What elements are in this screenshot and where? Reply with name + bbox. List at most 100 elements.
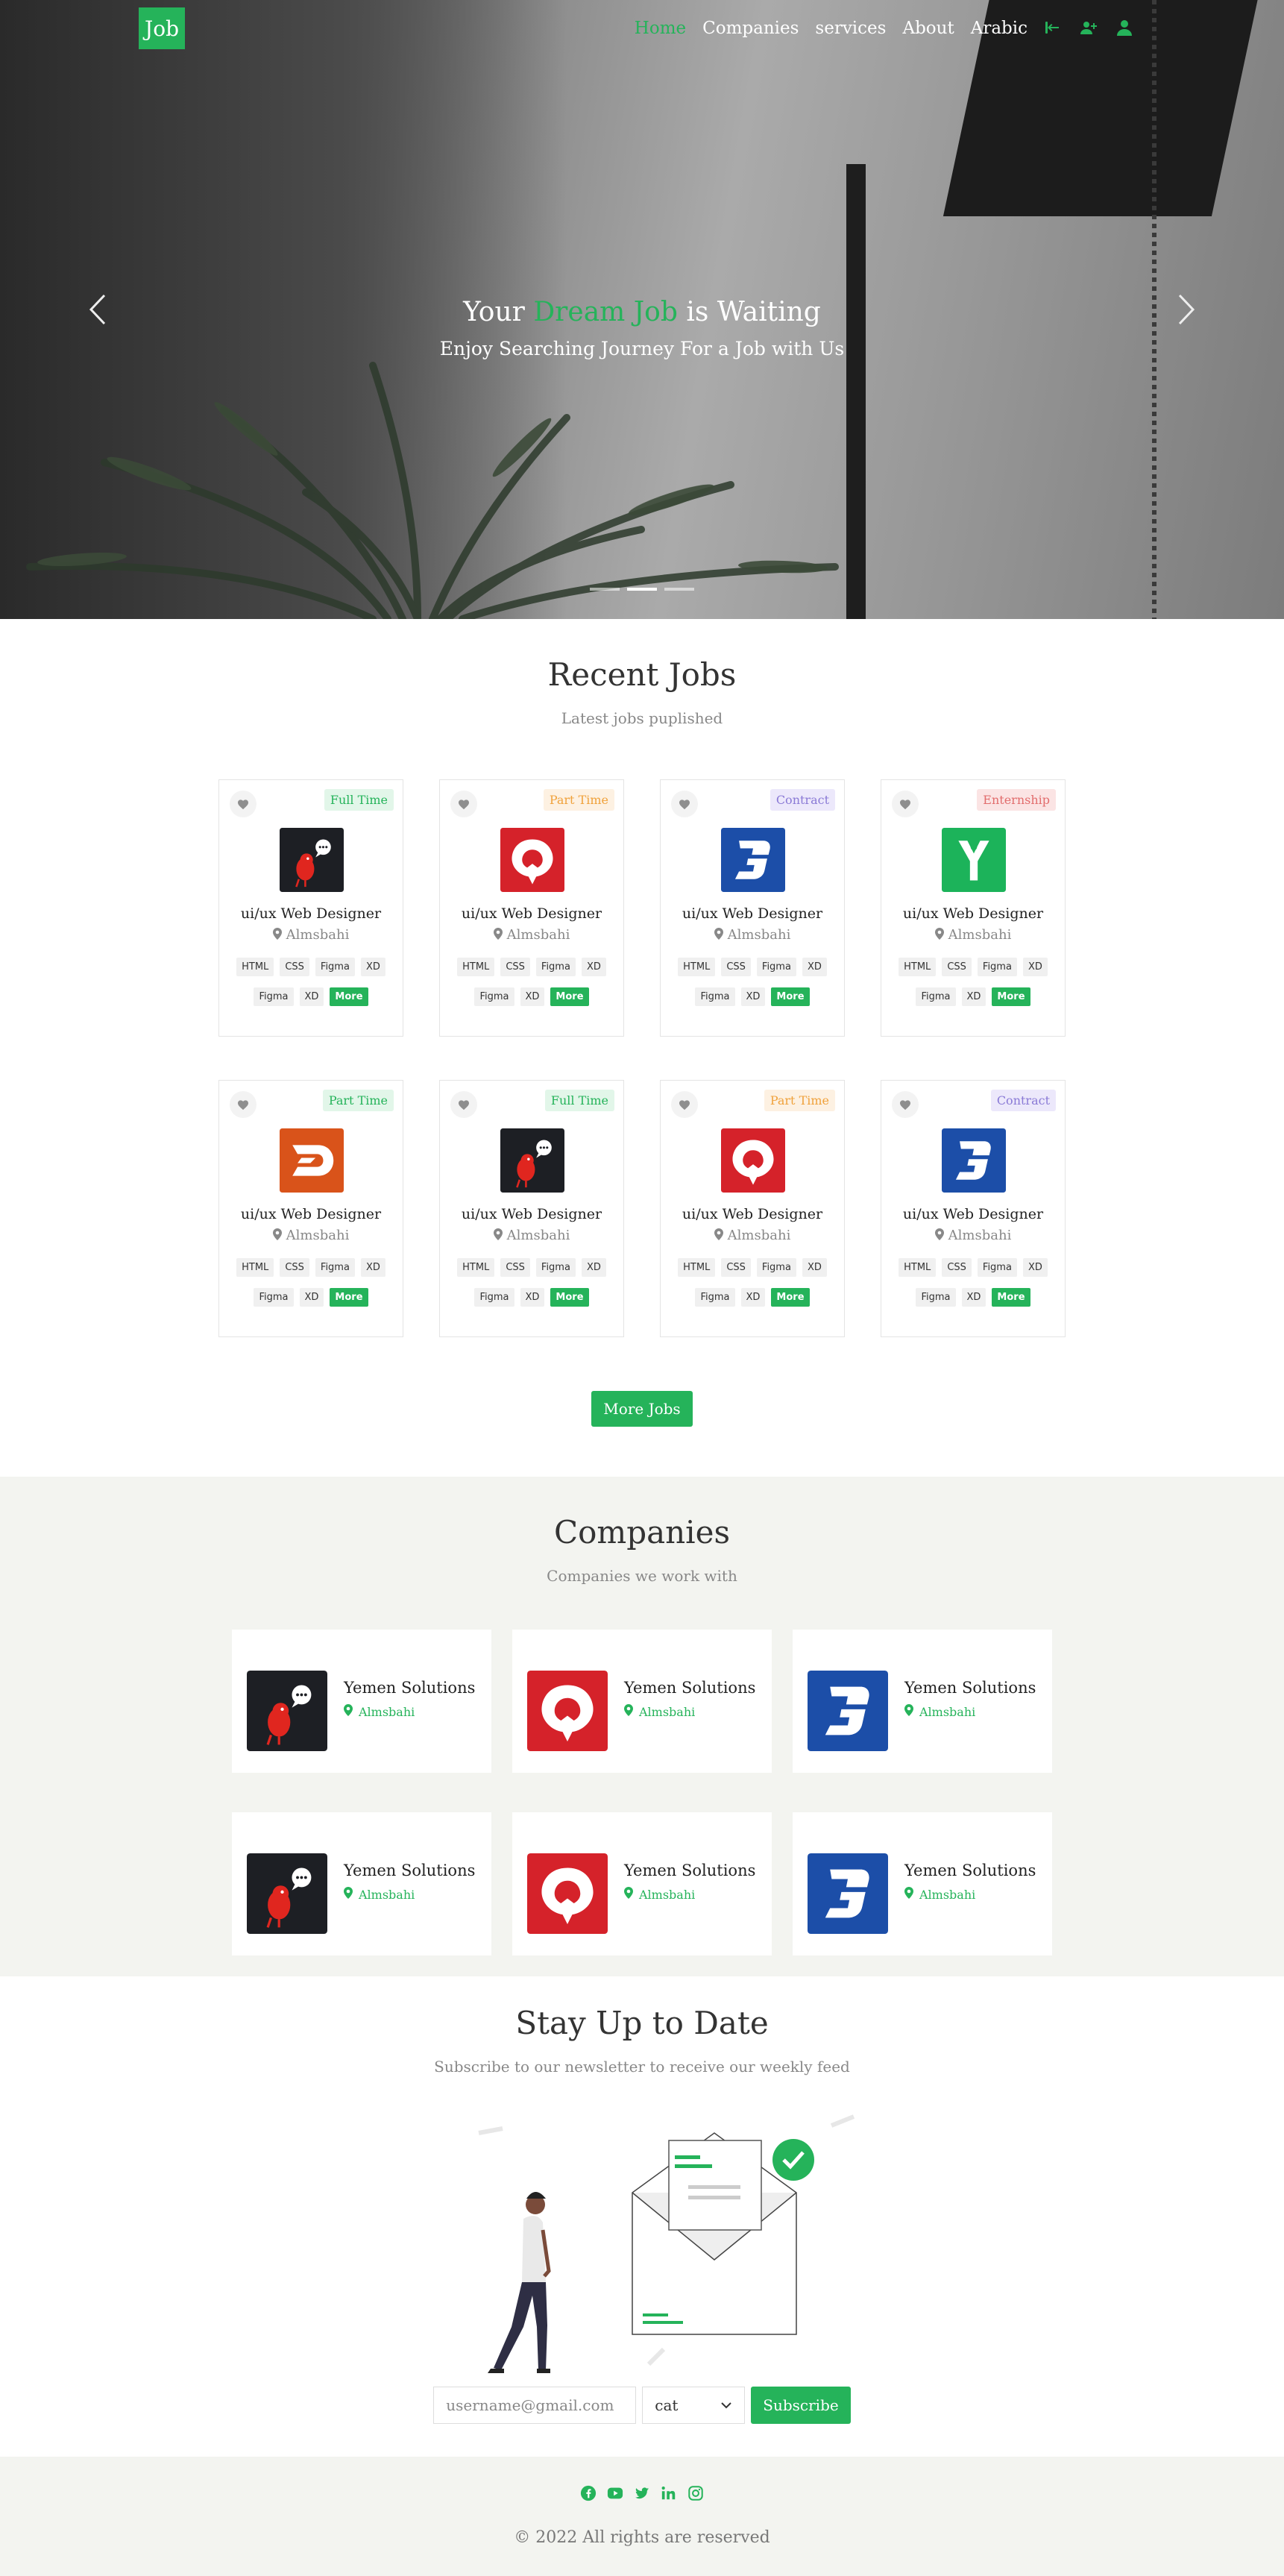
company-logo[interactable] — [500, 1128, 564, 1193]
skill-tags: HTML CSS Figma XD — [661, 1258, 844, 1277]
job-card[interactable]: Part Time ui/ux Web Designer Almsbahi HTML C… — [218, 1080, 403, 1337]
company-name[interactable]: Yemen Solutions — [344, 1679, 475, 1697]
more-tags-button[interactable]: More — [550, 1288, 589, 1307]
job-title[interactable]: ui/ux Web Designer — [881, 905, 1065, 922]
hero-subtitle: Enjoy Searching Journey For a Job with U… — [439, 338, 845, 359]
job-card[interactable]: Contract ui/ux Web Designer Almsbahi HTML CS… — [881, 1080, 1066, 1337]
skill-tag: Figma — [254, 987, 294, 1006]
company-card[interactable]: Yemen Solutions Almsbahi — [512, 1630, 772, 1773]
more-jobs-button[interactable]: More Jobs — [591, 1391, 693, 1427]
company-logo[interactable] — [942, 1128, 1006, 1193]
site-logo[interactable]: Job — [139, 7, 185, 49]
carousel-indicator[interactable] — [664, 588, 694, 591]
linkedin-icon[interactable] — [661, 2485, 677, 2501]
company-card[interactable]: Yemen Solutions Almsbahi — [232, 1812, 491, 1955]
nav-arabic-link[interactable]: Arabic — [971, 19, 1027, 38]
company-name[interactable]: Yemen Solutions — [904, 1862, 1036, 1879]
heart-icon[interactable] — [671, 791, 698, 817]
copyright-text: © 2022 All rights are reserved — [514, 2528, 770, 2547]
job-title[interactable]: ui/ux Web Designer — [881, 1206, 1065, 1222]
recent-jobs-title: Recent Jobs — [547, 656, 737, 693]
location-pin-icon — [934, 928, 944, 943]
skill-tag: CSS — [942, 958, 972, 976]
company-name[interactable]: Yemen Solutions — [344, 1862, 475, 1879]
company-logo[interactable] — [247, 1671, 327, 1751]
company-logo[interactable] — [280, 1128, 344, 1193]
company-logo[interactable] — [247, 1853, 327, 1934]
job-location-text: Almsbahi — [506, 927, 570, 943]
nav-services-link[interactable]: services — [815, 19, 886, 38]
job-title[interactable]: ui/ux Web Designer — [661, 1206, 844, 1222]
add-user-icon[interactable] — [1080, 19, 1099, 38]
nav-companies-link[interactable]: Companies — [702, 19, 799, 38]
more-tags-button[interactable]: More — [992, 1288, 1030, 1307]
job-card[interactable]: Part Time ui/ux Web Designer Almsbahi HTML C… — [439, 779, 624, 1037]
company-name[interactable]: Yemen Solutions — [624, 1679, 755, 1697]
company-logo[interactable] — [808, 1671, 888, 1751]
nav-about-link[interactable]: About — [902, 19, 954, 38]
heart-icon[interactable] — [450, 791, 477, 817]
facebook-icon[interactable] — [580, 2485, 597, 2501]
heart-icon[interactable] — [230, 1091, 257, 1118]
company-logo[interactable] — [942, 828, 1006, 892]
heart-icon[interactable] — [892, 1091, 919, 1118]
location-pin-icon — [934, 1228, 944, 1244]
company-logo[interactable] — [527, 1671, 608, 1751]
company-logo[interactable] — [280, 828, 344, 892]
more-tags-button[interactable]: More — [992, 987, 1030, 1006]
company-name[interactable]: Yemen Solutions — [624, 1862, 755, 1879]
job-card[interactable]: Enternship ui/ux Web Designer Almsbahi HTML… — [881, 779, 1066, 1037]
heart-icon[interactable] — [671, 1091, 698, 1118]
more-tags-button[interactable]: More — [330, 987, 368, 1006]
job-card[interactable]: Contract ui/ux Web Designer Almsbahi HTML CS… — [660, 779, 845, 1037]
login-icon[interactable] — [1044, 19, 1063, 38]
job-location: Almsbahi — [661, 1228, 844, 1244]
skill-tag: Figma — [315, 1258, 355, 1277]
company-logo[interactable] — [527, 1853, 608, 1934]
more-tags-button[interactable]: More — [330, 1288, 368, 1307]
company-logo[interactable] — [721, 828, 785, 892]
heart-icon[interactable] — [230, 791, 257, 817]
carousel-indicator-active[interactable] — [627, 588, 657, 591]
company-logo[interactable] — [721, 1128, 785, 1193]
job-card[interactable]: Part Time ui/ux Web Designer Almsbahi HTML C… — [660, 1080, 845, 1337]
skill-tag: HTML — [678, 958, 716, 976]
instagram-icon[interactable] — [687, 2485, 704, 2501]
job-title[interactable]: ui/ux Web Designer — [440, 1206, 623, 1222]
company-card[interactable]: Yemen Solutions Almsbahi — [793, 1630, 1052, 1773]
subscribe-button[interactable]: Subscribe — [751, 2387, 851, 2424]
skill-tag: Figma — [695, 987, 735, 1006]
email-field[interactable] — [433, 2387, 637, 2424]
social-links — [0, 2485, 1284, 2501]
twitter-icon[interactable] — [634, 2485, 650, 2501]
more-tags-button[interactable]: More — [771, 987, 810, 1006]
company-logo[interactable] — [500, 828, 564, 892]
job-location-text: Almsbahi — [286, 1228, 350, 1243]
heart-icon[interactable] — [450, 1091, 477, 1118]
skill-tag: CSS — [280, 958, 309, 976]
nav-home-link[interactable]: Home — [635, 19, 686, 38]
company-card[interactable]: Yemen Solutions Almsbahi — [793, 1812, 1052, 1955]
skill-tag: Figma — [535, 958, 576, 976]
more-tags-button[interactable]: More — [771, 1288, 810, 1307]
more-tags-button[interactable]: More — [550, 987, 589, 1006]
carousel-indicator[interactable] — [590, 588, 620, 591]
company-card[interactable]: Yemen Solutions Almsbahi — [232, 1630, 491, 1773]
category-select[interactable]: cat — [642, 2387, 746, 2424]
job-title[interactable]: ui/ux Web Designer — [661, 905, 844, 922]
hero-title-prefix: Your — [463, 297, 525, 327]
company-name[interactable]: Yemen Solutions — [904, 1679, 1036, 1697]
job-card[interactable]: Full Time ui/ux Web Designer Almsbahi HTML C… — [439, 1080, 624, 1337]
job-card[interactable]: Full Time ui/ux Web Designer Almsbahi HTML C… — [218, 779, 403, 1037]
skill-tag: CSS — [280, 1258, 309, 1277]
newsletter-section: Stay Up to Date Subscribe to our newslet… — [0, 1976, 1284, 2457]
job-title[interactable]: ui/ux Web Designer — [219, 1206, 403, 1222]
company-logo[interactable] — [808, 1853, 888, 1934]
heart-icon[interactable] — [892, 791, 919, 817]
company-card[interactable]: Yemen Solutions Almsbahi — [512, 1812, 772, 1955]
skill-tag: XD — [740, 1288, 766, 1307]
job-title[interactable]: ui/ux Web Designer — [440, 905, 623, 922]
job-title[interactable]: ui/ux Web Designer — [219, 905, 403, 922]
user-icon[interactable] — [1115, 19, 1135, 38]
youtube-icon[interactable] — [607, 2485, 623, 2501]
